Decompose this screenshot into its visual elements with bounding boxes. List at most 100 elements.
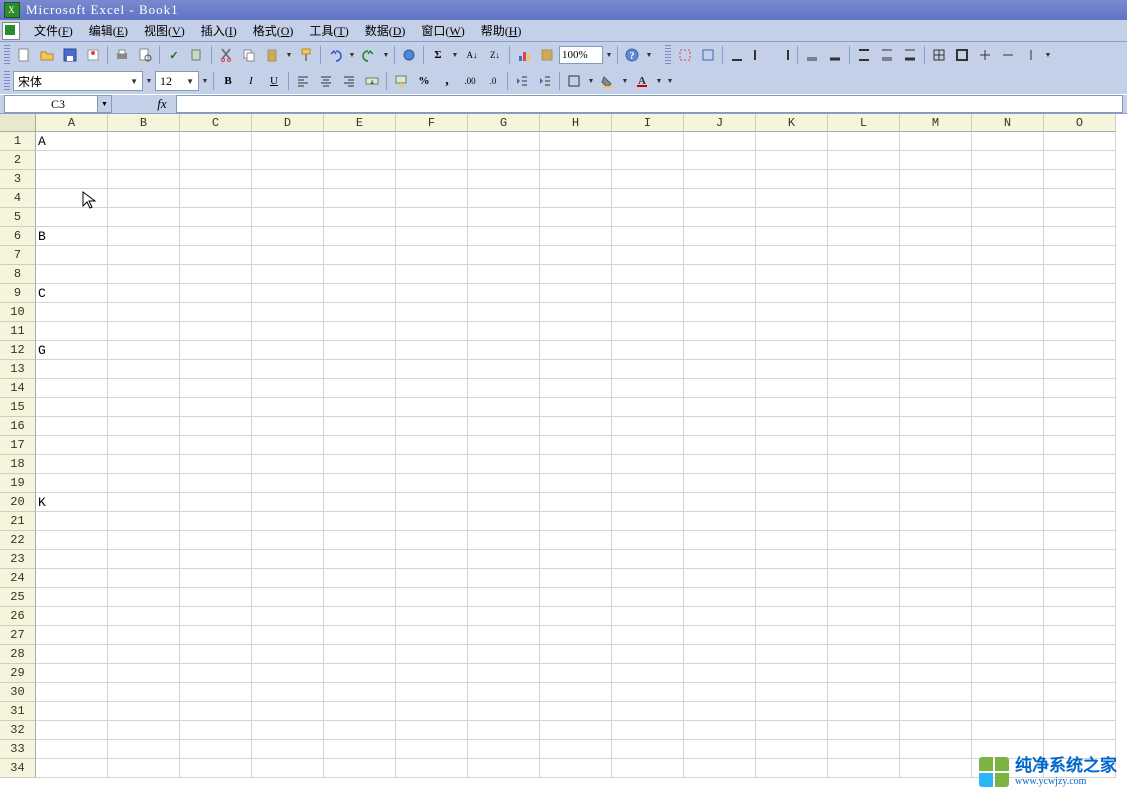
cell[interactable] [252, 607, 324, 626]
cell[interactable] [108, 512, 180, 531]
cell[interactable] [396, 550, 468, 569]
cell[interactable] [180, 664, 252, 683]
cell[interactable] [612, 379, 684, 398]
select-all-corner[interactable] [0, 114, 36, 132]
cell[interactable] [900, 303, 972, 322]
column-header[interactable]: F [396, 114, 468, 132]
cell[interactable] [252, 208, 324, 227]
cell[interactable] [252, 721, 324, 740]
cell[interactable] [972, 664, 1044, 683]
cell[interactable] [900, 474, 972, 493]
cell[interactable] [684, 208, 756, 227]
cell[interactable]: K [36, 493, 108, 512]
cell[interactable] [684, 132, 756, 151]
cell[interactable] [828, 702, 900, 721]
cell[interactable] [972, 170, 1044, 189]
cell[interactable] [108, 455, 180, 474]
cell[interactable] [612, 189, 684, 208]
cell[interactable] [36, 531, 108, 550]
cell[interactable]: B [36, 227, 108, 246]
sort-desc-button[interactable]: Z↓ [484, 44, 506, 66]
cell[interactable] [180, 208, 252, 227]
row-header[interactable]: 17 [0, 436, 36, 455]
row-header[interactable]: 15 [0, 398, 36, 417]
cell[interactable] [1044, 550, 1116, 569]
cell[interactable] [36, 398, 108, 417]
cell[interactable] [324, 436, 396, 455]
cell[interactable] [468, 702, 540, 721]
row-header[interactable]: 11 [0, 322, 36, 341]
cell[interactable] [540, 341, 612, 360]
row-header[interactable]: 31 [0, 702, 36, 721]
cell[interactable] [684, 265, 756, 284]
cell[interactable] [180, 417, 252, 436]
cell[interactable] [972, 227, 1044, 246]
row-header[interactable]: 10 [0, 303, 36, 322]
cell[interactable] [540, 493, 612, 512]
row-header[interactable]: 22 [0, 531, 36, 550]
menu-e[interactable]: 编辑(E) [81, 22, 136, 40]
cell[interactable] [108, 664, 180, 683]
italic-button[interactable]: I [240, 70, 262, 92]
cell[interactable] [540, 227, 612, 246]
cell[interactable] [36, 607, 108, 626]
cell[interactable] [36, 721, 108, 740]
cell[interactable] [180, 702, 252, 721]
cell[interactable] [180, 303, 252, 322]
print-button[interactable] [111, 44, 133, 66]
cell[interactable] [396, 132, 468, 151]
row-header[interactable]: 6 [0, 227, 36, 246]
cell[interactable] [396, 493, 468, 512]
cell[interactable] [396, 284, 468, 303]
cell[interactable] [612, 151, 684, 170]
cell[interactable] [324, 132, 396, 151]
cell[interactable] [252, 379, 324, 398]
cell[interactable] [972, 493, 1044, 512]
cell[interactable] [756, 664, 828, 683]
cell[interactable] [828, 208, 900, 227]
cell[interactable] [468, 550, 540, 569]
bold-button[interactable]: B [217, 70, 239, 92]
cell[interactable] [1044, 645, 1116, 664]
cell[interactable] [1044, 170, 1116, 189]
cell[interactable] [900, 531, 972, 550]
cell[interactable] [396, 645, 468, 664]
border-color-button[interactable] [697, 44, 719, 66]
cell[interactable] [684, 721, 756, 740]
cell[interactable] [756, 759, 828, 778]
cell[interactable] [468, 398, 540, 417]
fill-color-dropdown[interactable]: ▼ [620, 70, 630, 92]
cell[interactable] [252, 436, 324, 455]
cell[interactable] [900, 151, 972, 170]
row-header[interactable]: 8 [0, 265, 36, 284]
cell[interactable] [828, 360, 900, 379]
borders-dropdown[interactable]: ▼ [586, 70, 596, 92]
cell[interactable] [468, 645, 540, 664]
cell[interactable] [756, 531, 828, 550]
cell[interactable] [396, 626, 468, 645]
cell[interactable] [1044, 303, 1116, 322]
cell[interactable] [972, 683, 1044, 702]
cell[interactable] [180, 227, 252, 246]
cell[interactable] [180, 626, 252, 645]
cell[interactable] [324, 208, 396, 227]
cell[interactable] [468, 151, 540, 170]
cell[interactable] [108, 398, 180, 417]
cell[interactable] [180, 265, 252, 284]
row-header[interactable]: 25 [0, 588, 36, 607]
cell[interactable] [900, 664, 972, 683]
cell[interactable] [828, 151, 900, 170]
cell[interactable] [756, 474, 828, 493]
font-name-select[interactable]: 宋体▼ [13, 71, 143, 91]
cell[interactable] [396, 398, 468, 417]
cell[interactable] [1044, 341, 1116, 360]
cell[interactable] [828, 645, 900, 664]
cell[interactable] [36, 569, 108, 588]
cell[interactable] [324, 170, 396, 189]
cell[interactable] [180, 588, 252, 607]
cell[interactable] [828, 607, 900, 626]
cell[interactable] [612, 417, 684, 436]
row-header[interactable]: 29 [0, 664, 36, 683]
cell[interactable] [540, 265, 612, 284]
cell[interactable] [180, 683, 252, 702]
